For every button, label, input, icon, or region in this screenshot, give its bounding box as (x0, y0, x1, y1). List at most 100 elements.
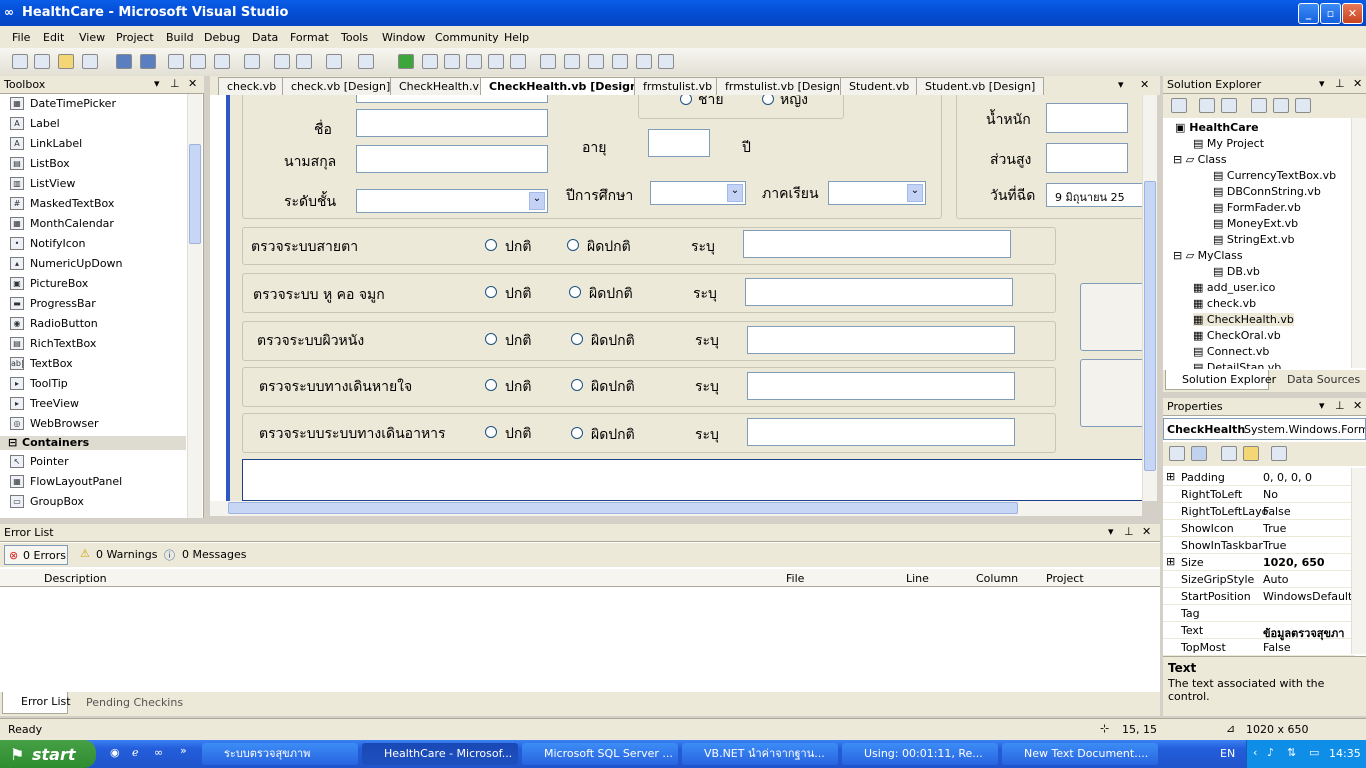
tree-item[interactable]: ⊟ ▱ Class (1173, 153, 1227, 166)
tree-item[interactable]: ▤ Connect.vb (1193, 345, 1269, 358)
tree-item-project[interactable]: ▣ HealthCare (1175, 121, 1259, 134)
specify-textbox[interactable] (743, 230, 1011, 258)
property-row[interactable]: Text ข้อมูลตรวจสุขภา (1163, 622, 1355, 640)
tree-item[interactable]: ▤ DetailStan.vb (1193, 361, 1281, 369)
tree-item[interactable]: ▤ DBConnString.vb (1213, 185, 1321, 198)
object-browser-icon[interactable] (612, 54, 628, 69)
specify-textbox[interactable] (747, 372, 1015, 400)
show-hidden-icons-icon[interactable]: ‹ (1253, 746, 1257, 759)
tree-item[interactable]: ▤ StringExt.vb (1213, 233, 1294, 246)
properties-scrollbar[interactable] (1351, 468, 1366, 654)
tree-item[interactable]: ▤ CurrencyTextBox.vb (1213, 169, 1336, 182)
tree-item[interactable]: ▤ FormFader.vb (1213, 201, 1301, 214)
menu-view[interactable]: View (79, 31, 105, 44)
start-button[interactable]: ⚑ start (0, 740, 96, 768)
menu-community[interactable]: Community (435, 31, 499, 44)
tab-student-design[interactable]: Student.vb [Design] (916, 77, 1045, 95)
col-description[interactable]: Description (44, 572, 107, 585)
weight-textbox[interactable] (1046, 103, 1128, 133)
ie-icon[interactable]: ℯ (132, 746, 139, 759)
properties-icon[interactable] (1171, 98, 1187, 113)
view-designer-icon[interactable] (1273, 98, 1289, 113)
add-item-icon[interactable] (34, 54, 50, 69)
volume-icon[interactable]: ♪ (1267, 746, 1274, 759)
events-icon[interactable] (1243, 446, 1259, 461)
tab-checkhealth-design[interactable]: CheckHealth.vb [Design] (480, 77, 652, 95)
abnormal-radio[interactable] (571, 333, 583, 345)
abnormal-radio[interactable] (569, 286, 581, 298)
maximize-button[interactable]: ▫ (1320, 3, 1341, 24)
menu-data[interactable]: Data (252, 31, 278, 44)
form-button[interactable] (1080, 283, 1142, 351)
property-row[interactable]: ShowIcon True (1163, 520, 1355, 537)
tab-check-design[interactable]: check.vb [Design] (282, 77, 400, 95)
stop-icon[interactable] (444, 54, 460, 69)
menu-build[interactable]: Build (166, 31, 194, 44)
menu-tools[interactable]: Tools (341, 31, 368, 44)
tab-solution-explorer[interactable]: Solution Explorer (1165, 370, 1276, 390)
abnormal-radio[interactable] (571, 379, 583, 391)
properties-icon[interactable] (588, 54, 604, 69)
find-icon[interactable] (540, 54, 556, 69)
cut-icon[interactable] (168, 54, 184, 69)
dropdown-icon[interactable]: ▾ (1319, 399, 1325, 412)
task-vbnet-web[interactable]: VB.NET นำค่าจากฐาน... (682, 743, 838, 765)
property-row[interactable]: StartPosition WindowsDefaultL (1163, 588, 1355, 605)
height-textbox[interactable] (1046, 143, 1128, 173)
redo-icon[interactable] (358, 54, 374, 69)
menu-format[interactable]: Format (290, 31, 329, 44)
menu-help[interactable]: Help (504, 31, 529, 44)
tab-check-vb[interactable]: check.vb (218, 77, 286, 95)
col-project[interactable]: Project (1046, 572, 1084, 585)
col-column[interactable]: Column (976, 572, 1018, 585)
close-icon[interactable]: ✕ (188, 77, 197, 90)
abnormal-radio[interactable] (567, 239, 579, 251)
minimize-button[interactable]: _ (1298, 3, 1319, 24)
save-icon[interactable] (116, 54, 132, 69)
tree-item[interactable]: ▤ My Project (1193, 137, 1264, 150)
object-selector[interactable]: CheckHealth System.Windows.Form (1163, 418, 1366, 440)
categorized-icon[interactable] (1169, 446, 1185, 461)
close-doc-icon[interactable]: ✕ (1140, 78, 1149, 91)
property-row[interactable]: TopMost False (1163, 639, 1355, 656)
tab-list-icon[interactable]: ▾ (1118, 78, 1124, 91)
menu-debug[interactable]: Debug (204, 31, 240, 44)
warnings-filter-button[interactable]: ⚠ 0 Warnings (78, 545, 157, 565)
property-row[interactable]: RightToLeft No (1163, 486, 1355, 503)
solution-scrollbar[interactable] (1351, 118, 1366, 368)
expand-icon[interactable]: ⊞ (1166, 555, 1175, 568)
tab-pending-checkins[interactable]: Pending Checkins (72, 696, 183, 709)
scroll-thumb[interactable] (1144, 181, 1156, 471)
close-icon[interactable]: ✕ (1142, 525, 1151, 538)
pin-icon[interactable]: ⊥ (1335, 77, 1345, 90)
copy-icon[interactable] (190, 54, 206, 69)
scroll-thumb[interactable] (189, 144, 201, 244)
task-visual-studio[interactable]: HealthCare - Microsof... (362, 743, 518, 765)
language-indicator[interactable]: EN (1220, 747, 1235, 760)
properties-view-icon[interactable] (1221, 446, 1237, 461)
more-quicklaunch-icon[interactable]: » (180, 744, 187, 757)
dropdown-icon[interactable]: ▾ (1319, 77, 1325, 90)
scroll-thumb[interactable] (228, 502, 1018, 514)
col-line[interactable]: Line (906, 572, 929, 585)
alphabetical-icon[interactable] (1191, 446, 1207, 461)
save-all-icon[interactable] (140, 54, 156, 69)
pause-icon[interactable] (422, 54, 438, 69)
print-icon[interactable] (244, 54, 260, 69)
open-file-icon[interactable] (58, 54, 74, 69)
dropdown-icon[interactable]: ▾ (1108, 525, 1114, 538)
close-button[interactable]: ✕ (1342, 3, 1363, 24)
refresh-icon[interactable] (1221, 98, 1237, 113)
menu-file[interactable]: File (12, 31, 30, 44)
close-icon[interactable]: ✕ (1353, 399, 1362, 412)
property-pages-icon[interactable] (1271, 446, 1287, 461)
tree-item[interactable]: ▦ check.vb (1193, 297, 1256, 310)
show-all-files-icon[interactable] (1199, 98, 1215, 113)
menu-edit[interactable]: Edit (43, 31, 64, 44)
task-healthcheck-system[interactable]: ระบบตรวจสุขภาพ (202, 743, 358, 765)
col-file[interactable]: File (786, 572, 804, 585)
toolbox-section-containers[interactable]: ⊟ Containers (0, 436, 186, 450)
start-debug-icon[interactable] (398, 54, 414, 69)
add-project-icon[interactable] (12, 54, 28, 69)
class-diagram-icon[interactable] (1295, 98, 1311, 113)
